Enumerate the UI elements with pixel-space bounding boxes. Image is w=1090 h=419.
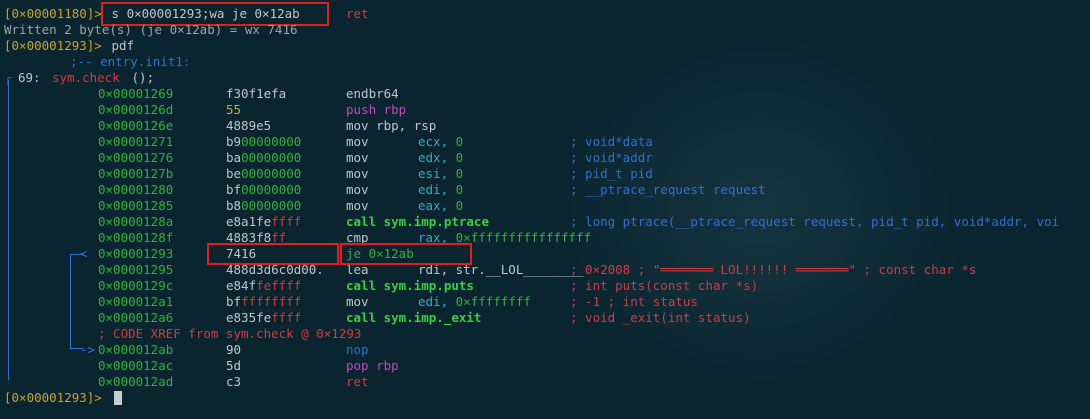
instruction-address: 0×0000128a: [98, 214, 174, 229]
instruction-address: 0×00001285: [98, 198, 174, 213]
instruction-mnemonic: push rbp: [346, 102, 407, 117]
instruction-operands: edi, 0: [418, 182, 464, 197]
instruction-operands: ecx, 0: [418, 134, 464, 149]
instruction-address: 0×00001280: [98, 182, 174, 197]
prompt: [0×00001293]>: [4, 390, 102, 405]
instruction-mnemonic: endbr64: [346, 86, 399, 101]
instruction-comment: ; void _exit(int status): [570, 310, 751, 325]
function-size: 69:: [18, 70, 41, 85]
instruction-bytes: bf00000000: [226, 182, 302, 197]
instruction-bytes: e835feffff: [226, 310, 302, 325]
instruction-mnemonic: call sym.imp._exit: [346, 310, 482, 325]
instruction-mnemonic: ret: [346, 374, 369, 389]
instruction-bytes: be00000000: [226, 166, 302, 181]
instruction-mnemonic: mov: [346, 198, 369, 213]
instruction-address: 0×000012a6: [98, 310, 174, 325]
instruction-comment: ; -1 ; int status: [570, 294, 698, 309]
instruction-bytes: 90: [226, 342, 242, 357]
instruction-bytes: b800000000: [226, 198, 302, 213]
function-name: sym.check: [52, 70, 120, 85]
instruction-mnemonic: mov: [346, 134, 369, 149]
instruction-address: 0×000012ab: [98, 342, 174, 357]
instruction-address: 0×00001271: [98, 134, 174, 149]
instruction-address: 0×00001295: [98, 262, 174, 277]
instruction-bytes: c3: [226, 374, 242, 389]
instruction-comment: ; 0×2008 ; "═══════ LOL!!!!!! ═══════" ;…: [570, 262, 977, 277]
highlight-box-instruction: [340, 243, 472, 265]
instruction-comment: ; __ptrace_request request: [570, 182, 766, 197]
prompt: [0×00001180]>: [4, 6, 102, 21]
instruction-mnemonic: mov: [346, 150, 369, 165]
function-header: ┌ 69: sym.check ();: [0, 70, 154, 86]
instruction-operands: edi, 0×ffffffff: [418, 294, 531, 309]
entry-label: ;-- entry.init1:: [70, 54, 191, 69]
instruction-comment: ; pid_t pid: [570, 166, 653, 181]
command-line-final[interactable]: [0×00001293]>: [0, 390, 102, 406]
function-bracket-line: [8, 80, 9, 380]
instruction-mnemonic: pop rbp: [346, 358, 399, 373]
command-line-2: [0×00001293]> pdf: [0, 38, 134, 54]
truncated-text: ret: [346, 6, 369, 21]
instruction-address: 0×0000127b: [98, 166, 174, 181]
instruction-address: 0×0000126e: [98, 118, 174, 133]
instruction-address: 0×0000128f: [98, 230, 174, 245]
terminal-output[interactable]: [0×00001180]> s 0×00001293;wa je 0×12ab …: [0, 0, 1090, 419]
instruction-address: 0×00001293: [98, 246, 174, 261]
text-cursor[interactable]: [114, 391, 122, 405]
command-line-1: [0×00001180]> s 0×00001293;wa je 0×12ab …: [0, 6, 369, 22]
instruction-bytes: b900000000: [226, 134, 302, 149]
instruction-bytes: ba00000000: [226, 150, 302, 165]
instruction-address: 0×000012ad: [98, 374, 174, 389]
instruction-comment: ; void*data: [570, 134, 653, 149]
instruction-comment: ; int puts(const char *s): [570, 278, 759, 293]
command-text: pdf: [104, 38, 135, 53]
instruction-mnemonic: mov: [346, 182, 369, 197]
output-written: Written 2 byte(s) (je 0×12ab) = wx 7416: [4, 22, 298, 37]
instruction-mnemonic: call sym.imp.ptrace: [346, 214, 489, 229]
instruction-bytes: f30f1efa: [226, 86, 287, 101]
instruction-bytes: bfffffffff: [226, 294, 302, 309]
instruction-mnemonic: nop: [346, 342, 369, 357]
instruction-operands: esi, 0: [418, 166, 464, 181]
instruction-address: 0×00001269: [98, 86, 174, 101]
instruction-operands: eax, 0: [418, 198, 464, 213]
instruction-comment: ; long ptrace(__ptrace_request request, …: [570, 214, 1060, 229]
instruction-bytes: 55: [226, 102, 242, 117]
highlight-box-bytes: [207, 243, 339, 265]
instruction-address: 0×0000126d: [98, 102, 174, 117]
instruction-mnemonic: mov: [346, 294, 369, 309]
instruction-bytes: 5d: [226, 358, 242, 373]
instruction-bytes: 4889e5: [226, 118, 272, 133]
instruction-mnemonic: mov rbp, rsp: [346, 118, 437, 133]
jump-arrow-vertical: [70, 254, 71, 348]
instruction-mnemonic: mov: [346, 166, 369, 181]
xref-comment: ; CODE XREF from sym.check @ 0×1293: [98, 326, 362, 341]
prompt: [0×00001293]>: [4, 38, 102, 53]
instruction-address: 0×0000129c: [98, 278, 174, 293]
jump-arrow-source: <: [80, 246, 88, 261]
instruction-comment: ; void*addr: [570, 150, 653, 165]
instruction-mnemonic: call sym.imp.puts: [346, 278, 474, 293]
function-args: ();: [124, 70, 155, 85]
jump-arrow-target: ->: [80, 342, 96, 357]
instruction-address: 0×000012ac: [98, 358, 174, 373]
instruction-bytes: e84ffeffff: [226, 278, 302, 293]
instruction-address: 0×000012a1: [98, 294, 174, 309]
instruction-operands: edx, 0: [418, 150, 464, 165]
instruction-bytes: e8a1feffff: [226, 214, 302, 229]
instruction-address: 0×00001276: [98, 150, 174, 165]
